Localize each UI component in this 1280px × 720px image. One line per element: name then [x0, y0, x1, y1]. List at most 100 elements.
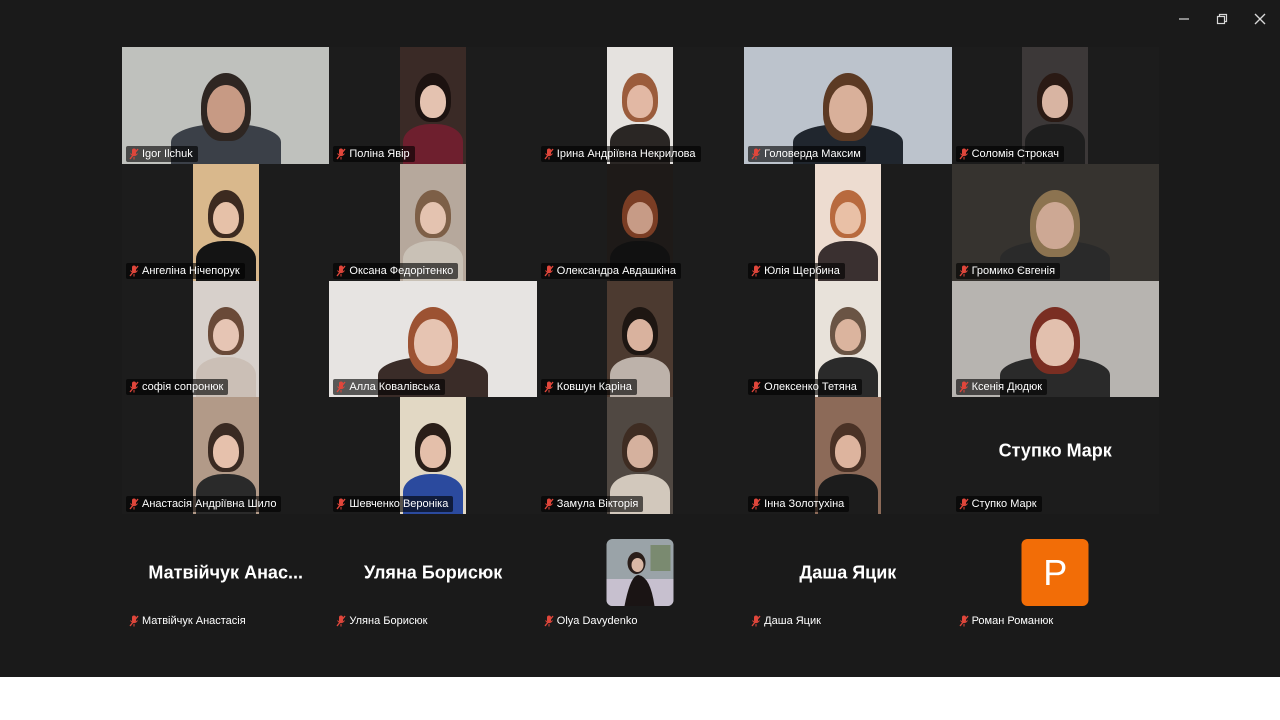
mic-muted-icon	[544, 615, 554, 627]
participant-tile[interactable]: Уляна Борисюк Уляна Борисюк	[329, 520, 536, 630]
participant-name-tag: Замула Вікторія	[540, 496, 644, 512]
participant-tile[interactable]: Olya Davydenko	[537, 520, 744, 630]
participant-name-tag: Olya Davydenko	[541, 613, 643, 629]
participant-display-name: Даша Яцик	[799, 562, 897, 583]
participant-name-tag: Ковшун Каріна	[540, 379, 637, 396]
participant-face	[420, 85, 447, 118]
mic-muted-icon	[751, 498, 761, 510]
mic-muted-icon	[751, 615, 761, 627]
mic-muted-icon	[544, 265, 554, 276]
participant-tile[interactable]: Ковшун Каріна	[536, 280, 745, 398]
minimize-button[interactable]	[1169, 6, 1199, 32]
participant-name: Ксенія Дюдюк	[971, 381, 1043, 394]
participant-name-tag: Даша Яцик	[748, 613, 826, 629]
participant-tile[interactable]: Інна Золотухіна	[744, 397, 952, 514]
participant-name: Головерда Максим	[764, 147, 861, 160]
participant-name: Матвійчук Анастасія	[142, 615, 246, 627]
participant-display-name: Уляна Борисюк	[363, 562, 503, 583]
participant-name: Ірина Андріївна Некрилова	[556, 147, 696, 160]
participant-face	[834, 435, 861, 468]
participant-name: Анастасія Андріївна Шило	[142, 498, 277, 510]
participant-name-tag: Олександра Авдашкіна	[540, 262, 681, 279]
mic-muted-icon	[336, 615, 346, 627]
participant-tile[interactable]: Матвійчук Анас... Матвійчук Анастасія	[122, 520, 329, 630]
participant-face	[206, 85, 245, 133]
participant-name-tag: софія сопронюк	[126, 379, 229, 396]
participant-name-tag: Поліна Явір	[333, 145, 415, 162]
participant-name: Поліна Явір	[349, 147, 410, 160]
participant-tile[interactable]: Анастасія Андріївна Шило	[122, 397, 330, 514]
participant-name-tag: Головерда Максим	[748, 145, 866, 162]
mic-muted-icon	[959, 498, 969, 510]
mic-muted-icon	[129, 381, 139, 393]
participant-display-name: Ступко Марк	[998, 440, 1112, 461]
participant-tile[interactable]: Соломія Строкач	[951, 47, 1159, 164]
participant-tile[interactable]: Шевченко Вероніка	[329, 397, 537, 514]
participant-face	[1042, 85, 1069, 118]
mic-muted-icon	[336, 265, 346, 276]
mic-muted-icon	[959, 615, 969, 627]
participant-name-tag: Ангеліна Нічепорук	[126, 262, 245, 279]
participant-name-tag: Юлія Щербина	[748, 262, 845, 279]
participant-face	[627, 318, 654, 351]
mic-muted-icon	[336, 148, 346, 160]
participant-tile[interactable]: Ступко Марк Ступко Марк	[951, 397, 1159, 514]
participant-tile[interactable]: Ангеліна Нічепорук	[122, 163, 330, 281]
participant-tile[interactable]: Оксана Федорітенко	[329, 163, 537, 281]
participant-name: Громико Євгенія	[971, 264, 1056, 277]
participant-tile[interactable]: софія сопронюк	[122, 280, 330, 398]
mic-muted-icon	[129, 148, 139, 160]
participant-name: Уляна Борисюк	[349, 615, 428, 627]
participant-face	[627, 435, 654, 468]
profile-photo	[606, 539, 674, 606]
participant-tile[interactable]: Поліна Явір	[329, 47, 537, 164]
participant-tile[interactable]: Юлія Щербина	[744, 163, 952, 281]
close-button[interactable]	[1245, 6, 1275, 32]
participant-name-tag: Алла Ковалівська	[333, 379, 446, 396]
participant-tile[interactable]: Igor Ilchuk	[122, 47, 330, 164]
participant-tile[interactable]: Замула Вікторія	[536, 397, 745, 514]
participant-face	[834, 201, 861, 235]
participant-name-tag: Ірина Андріївна Некрилова	[540, 145, 701, 162]
participant-name: Шевченко Вероніка	[349, 498, 449, 510]
gallery-view-bottom-row: Матвійчук Анас... Матвійчук Анастасія Улян…	[122, 520, 1159, 630]
close-icon	[1254, 13, 1266, 25]
participant-tile[interactable]: Даша Яцик Даша Яцик	[744, 520, 951, 630]
participant-tile[interactable]: Алла Ковалівська	[329, 280, 537, 398]
participant-display-name: Матвійчук Анас...	[148, 562, 303, 583]
mic-muted-icon	[959, 381, 969, 393]
participant-name-tag: Олексенко Тетяна	[748, 379, 862, 396]
participant-name: Олександра Авдашкіна	[556, 264, 676, 277]
participant-name-tag: Соломія Строкач	[955, 145, 1064, 162]
participant-name-tag: Ксенія Дюдюк	[955, 379, 1048, 396]
participant-tile[interactable]: Олексенко Тетяна	[744, 280, 952, 398]
participant-name-tag: Igor Ilchuk	[126, 145, 198, 162]
participant-tile[interactable]: Головерда Максим	[744, 47, 952, 164]
minimize-icon	[1179, 18, 1189, 20]
mic-muted-icon	[959, 148, 969, 160]
mic-muted-icon	[129, 615, 139, 627]
participant-name: Оксана Федорітенко	[349, 264, 454, 277]
participant-name: Igor Ilchuk	[142, 147, 193, 160]
participant-tile[interactable]: P Роман Романюк	[952, 520, 1159, 630]
participant-name-tag: Уляна Борисюк	[333, 613, 432, 629]
participant-name: Ступко Марк	[971, 498, 1037, 510]
participant-name-tag: Роман Романюк	[956, 613, 1059, 629]
mic-muted-icon	[751, 148, 761, 160]
participant-tile[interactable]: Олександра Авдашкіна	[536, 163, 745, 281]
participant-face	[828, 85, 867, 133]
participant-name: Олексенко Тетяна	[764, 381, 857, 394]
avatar: P	[1021, 539, 1089, 606]
participant-name-tag: Шевченко Вероніка	[333, 496, 454, 512]
restore-button[interactable]	[1207, 6, 1237, 32]
participant-tile[interactable]: Ксенія Дюдюк	[951, 280, 1159, 398]
participant-name-tag: Ступко Марк	[955, 496, 1042, 512]
mic-muted-icon	[336, 498, 346, 510]
participant-name: Алла Ковалівська	[349, 381, 441, 394]
participant-tile[interactable]: Громико Євгенія	[951, 163, 1159, 281]
participant-tile[interactable]: Ірина Андріївна Некрилова	[536, 47, 745, 164]
participant-name: софія сопронюк	[142, 381, 224, 394]
participant-name: Даша Яцик	[764, 615, 821, 627]
participant-name: Соломія Строкач	[971, 147, 1059, 160]
mic-muted-icon	[544, 148, 554, 160]
